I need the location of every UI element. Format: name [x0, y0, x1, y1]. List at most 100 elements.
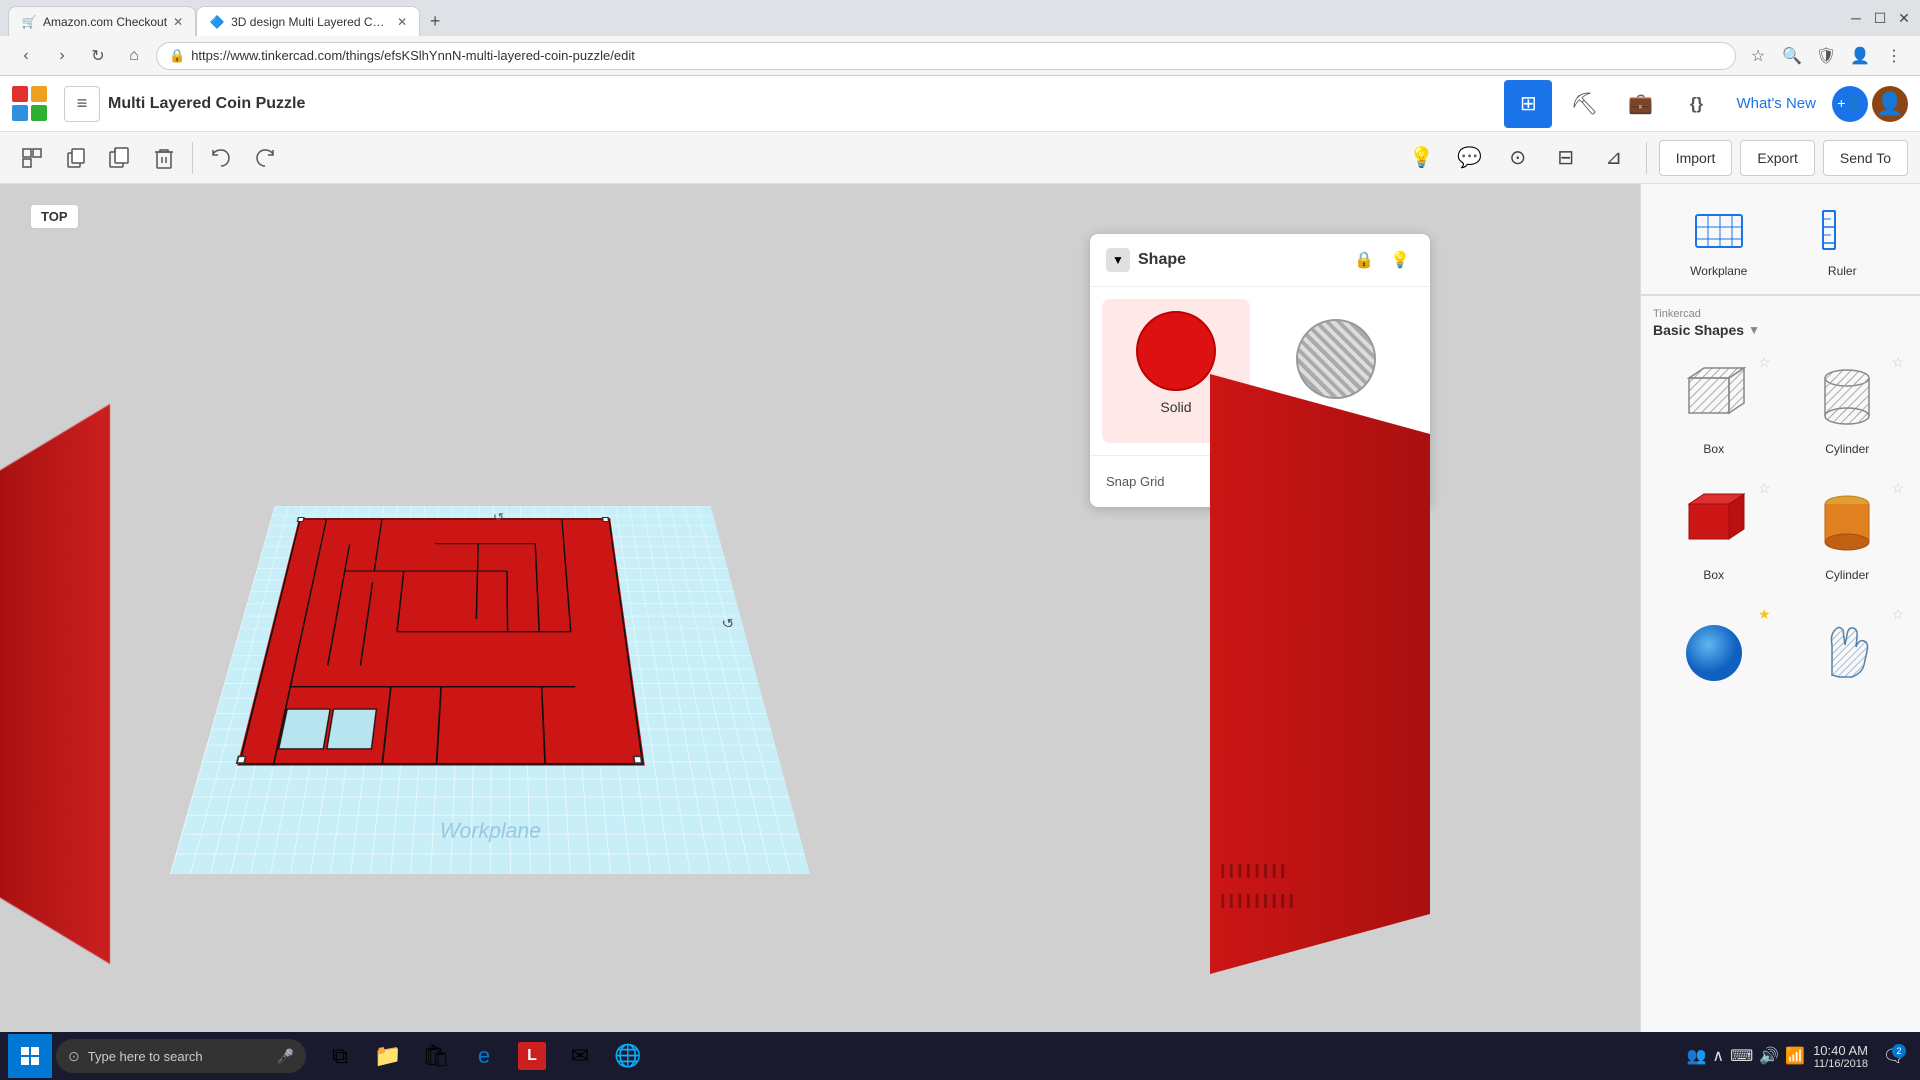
edge-button[interactable]: e [462, 1034, 506, 1078]
taskbar: ⊙ Type here to search 🎤 ⧉ 📁 🛍 e L ✉ 🌐 👥 … [0, 1032, 1920, 1080]
comment-tool[interactable]: 💬 [1450, 138, 1490, 178]
move-tool[interactable] [12, 138, 52, 178]
export-button[interactable]: Export [1740, 140, 1814, 176]
chrome-button[interactable]: 🌐 [606, 1034, 650, 1078]
start-button[interactable] [8, 1034, 52, 1078]
ruler-tool[interactable]: Ruler [1781, 200, 1905, 278]
corner-handle-tr[interactable] [602, 517, 610, 522]
menu-button[interactable]: ⋮ [1880, 42, 1908, 70]
microphone-icon[interactable]: 🎤 [277, 1048, 294, 1065]
logo-t [12, 86, 28, 102]
star-cylinder-hole[interactable]: ☆ [1891, 354, 1904, 371]
right-shape-text2: IIIIIIIII [1220, 891, 1297, 914]
pick-tool-button[interactable]: ⛏ [1560, 80, 1608, 128]
star-box-hole[interactable]: ☆ [1758, 354, 1771, 371]
redo-tool[interactable] [245, 138, 285, 178]
shape-card-sphere[interactable]: ★ [1653, 602, 1775, 702]
url-lock-icon: 🔒 [169, 48, 185, 64]
shape-card-box-hole[interactable]: ☆ [1653, 350, 1775, 464]
shape-panel-header: ▼ Shape 🔒 💡 [1090, 234, 1430, 287]
speaker-icon[interactable]: 🔊 [1759, 1046, 1779, 1066]
l-app-button[interactable]: L [510, 1034, 554, 1078]
briefcase-button[interactable]: 💼 [1616, 80, 1664, 128]
amazon-tab-icon: 🛒 [21, 14, 37, 30]
shape-card-glove[interactable]: ☆ [1787, 602, 1909, 702]
solid-circle [1136, 311, 1216, 391]
corner-handle-br[interactable] [633, 755, 643, 763]
network-icon[interactable]: 📶 [1785, 1046, 1805, 1066]
logo-k [31, 105, 47, 121]
right-panel-tools: Workplane Ruler [1641, 184, 1920, 295]
url-bar[interactable]: 🔒 https://www.tinkercad.com/things/efsKS… [156, 42, 1736, 70]
code-icon: {} [1690, 94, 1703, 114]
shape-panel-dropdown[interactable]: ▼ [1106, 248, 1130, 272]
align-tool[interactable]: ⊟ [1546, 138, 1586, 178]
new-tab-button[interactable]: + [420, 6, 450, 36]
code-button[interactable]: {} [1672, 80, 1720, 128]
taskbar-apps: ⧉ 📁 🛍 e L ✉ 🌐 [318, 1034, 650, 1078]
workplane-tool[interactable]: Workplane [1657, 200, 1781, 278]
copy-tool[interactable] [56, 138, 96, 178]
whats-new-button[interactable]: What's New [1728, 95, 1824, 112]
tab-tinkercad[interactable]: 🔷 3D design Multi Layered Coin Pu... ✕ [196, 6, 420, 36]
shapes-title[interactable]: Basic Shapes ▼ [1653, 322, 1908, 338]
taskview-button[interactable]: ⧉ [318, 1034, 362, 1078]
add-user-button[interactable]: +👤 [1832, 86, 1868, 122]
top-rotation-handle[interactable]: ↺ [493, 511, 505, 523]
right-rotation-handle[interactable]: ↺ [720, 616, 737, 632]
tinkercad-logo[interactable] [12, 86, 48, 122]
grid-view-button[interactable]: ⊞ [1504, 80, 1552, 128]
search-button[interactable]: 🔍 [1778, 42, 1806, 70]
shield-button[interactable]: 🛡 [1812, 42, 1840, 70]
star-cylinder-solid[interactable]: ☆ [1891, 480, 1904, 497]
cylinder-solid-thumbnail [1802, 484, 1892, 564]
star-glove[interactable]: ☆ [1891, 606, 1904, 623]
home-button[interactable]: ⌂ [120, 42, 148, 70]
lightbulb-icon[interactable]: 💡 [1386, 246, 1414, 274]
lock-icon[interactable]: 🔒 [1350, 246, 1378, 274]
right-side-shape: IIIIIIII IIIIIIIII [1210, 374, 1430, 974]
reload-button[interactable]: ↻ [84, 42, 112, 70]
star-sphere[interactable]: ★ [1758, 606, 1771, 623]
cylinder-solid-label: Cylinder [1825, 568, 1869, 582]
search-bar[interactable]: ⊙ Type here to search 🎤 [56, 1039, 306, 1073]
notification-button[interactable]: 🗨 2 [1876, 1038, 1912, 1074]
workplane-area[interactable]: ↺ ↺ Workplane [170, 354, 850, 934]
people-icon[interactable]: 👥 [1686, 1046, 1706, 1066]
maximize-button[interactable]: ☐ [1872, 10, 1888, 26]
corner-handle-tl[interactable] [297, 517, 305, 522]
mail-button[interactable]: ✉ [558, 1034, 602, 1078]
logo-i [31, 86, 47, 102]
bookmark-button[interactable]: ☆ [1744, 42, 1772, 70]
back-button[interactable]: ‹ [12, 42, 40, 70]
camera-tool[interactable]: ⊙ [1498, 138, 1538, 178]
tinkercad-tab-close[interactable]: ✕ [397, 15, 407, 29]
light-tool[interactable]: 💡 [1402, 138, 1442, 178]
ruler-icon [1812, 200, 1872, 260]
profile-button[interactable]: 👤 [1846, 42, 1874, 70]
shape-card-box-solid[interactable]: ☆ Box [1653, 476, 1775, 590]
shape-card-cylinder-solid[interactable]: ☆ Cylinder [1787, 476, 1909, 590]
canvas-area[interactable]: TOP ⌂ + − [0, 184, 1640, 1044]
close-button[interactable]: ✕ [1896, 10, 1912, 26]
minimize-button[interactable]: ─ [1848, 10, 1864, 26]
duplicate-tool[interactable] [100, 138, 140, 178]
hamburger-menu[interactable]: ≡ [64, 86, 100, 122]
chevron-up-icon[interactable]: ∧ [1712, 1046, 1724, 1066]
delete-tool[interactable] [144, 138, 184, 178]
star-box-solid[interactable]: ☆ [1758, 480, 1771, 497]
mirror-tool[interactable]: ⊿ [1594, 138, 1634, 178]
user-avatar[interactable]: 👤 [1872, 86, 1908, 122]
explorer-button[interactable]: 📁 [366, 1034, 410, 1078]
store-button[interactable]: 🛍 [414, 1034, 458, 1078]
tab-amazon[interactable]: 🛒 Amazon.com Checkout ✕ [8, 6, 196, 36]
amazon-tab-close[interactable]: ✕ [173, 15, 183, 29]
undo-tool[interactable] [201, 138, 241, 178]
forward-button[interactable]: › [48, 42, 76, 70]
import-button[interactable]: Import [1659, 140, 1733, 176]
keyboard-icon[interactable]: ⌨ [1730, 1046, 1753, 1066]
send-to-button[interactable]: Send To [1823, 140, 1908, 176]
workplane-label: Workplane [1690, 264, 1747, 278]
logo-n [12, 105, 28, 121]
shape-card-cylinder-hole[interactable]: ☆ [1787, 350, 1909, 464]
